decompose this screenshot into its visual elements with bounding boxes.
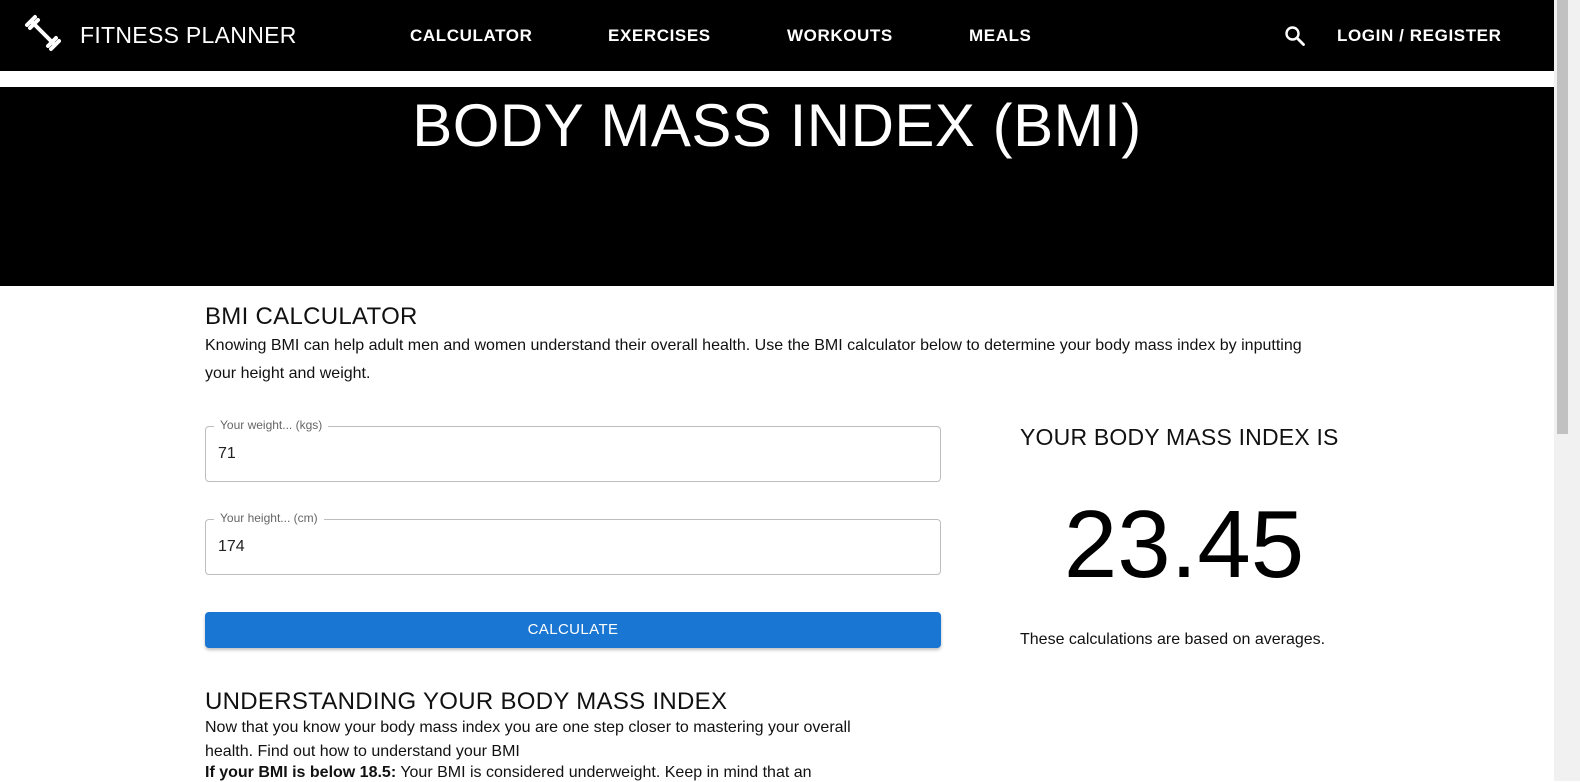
- calculate-button[interactable]: CALCULATE: [205, 612, 941, 648]
- calculator-description: Knowing BMI can help adult men and women…: [205, 337, 1302, 382]
- bmi-result-value: 23.45: [1063, 491, 1305, 598]
- scrollbar-thumb[interactable]: [1557, 0, 1568, 434]
- weight-label: Your weight... (kgs): [214, 418, 329, 432]
- dumbbell-icon[interactable]: [24, 14, 62, 52]
- height-label: Your height... (cm): [214, 511, 324, 525]
- calculator-title: BMI CALCULATOR: [205, 303, 418, 330]
- brand-name[interactable]: FITNESS PLANNER: [80, 22, 297, 49]
- top-navbar: FITNESS PLANNER CALCULATOR EXERCISES WOR…: [0, 0, 1554, 71]
- understanding-text: Now that you know your body mass index y…: [205, 719, 851, 760]
- result-note: These calculations are based on averages…: [1020, 631, 1326, 648]
- login-register-link[interactable]: LOGIN / REGISTER: [1337, 26, 1502, 46]
- nav-calculator[interactable]: CALCULATOR: [410, 26, 532, 46]
- page-title: BODY MASS INDEX (BMI): [412, 92, 1142, 159]
- understanding-title: UNDERSTANDING YOUR BODY MASS INDEX: [205, 688, 728, 715]
- result-heading: YOUR BODY MASS INDEX IS: [1020, 424, 1339, 450]
- weight-field[interactable]: Your weight... (kgs) 71: [205, 418, 941, 482]
- nav-meals[interactable]: MEALS: [969, 26, 1032, 46]
- height-input[interactable]: 174: [218, 538, 245, 556]
- underweight-note-label: If your BMI is below 18.5:: [205, 764, 397, 781]
- weight-input[interactable]: 71: [218, 445, 236, 463]
- search-icon[interactable]: [1284, 25, 1306, 47]
- underweight-note-text: Your BMI is considered underweight. Keep…: [396, 764, 812, 781]
- nav-workouts[interactable]: WORKOUTS: [787, 26, 893, 46]
- hero-banner: BODY MASS INDEX (BMI): [0, 87, 1554, 286]
- height-field[interactable]: Your height... (cm) 174: [205, 511, 941, 575]
- underweight-note: If your BMI is below 18.5: Your BMI is c…: [205, 764, 812, 782]
- nav-exercises[interactable]: EXERCISES: [608, 26, 711, 46]
